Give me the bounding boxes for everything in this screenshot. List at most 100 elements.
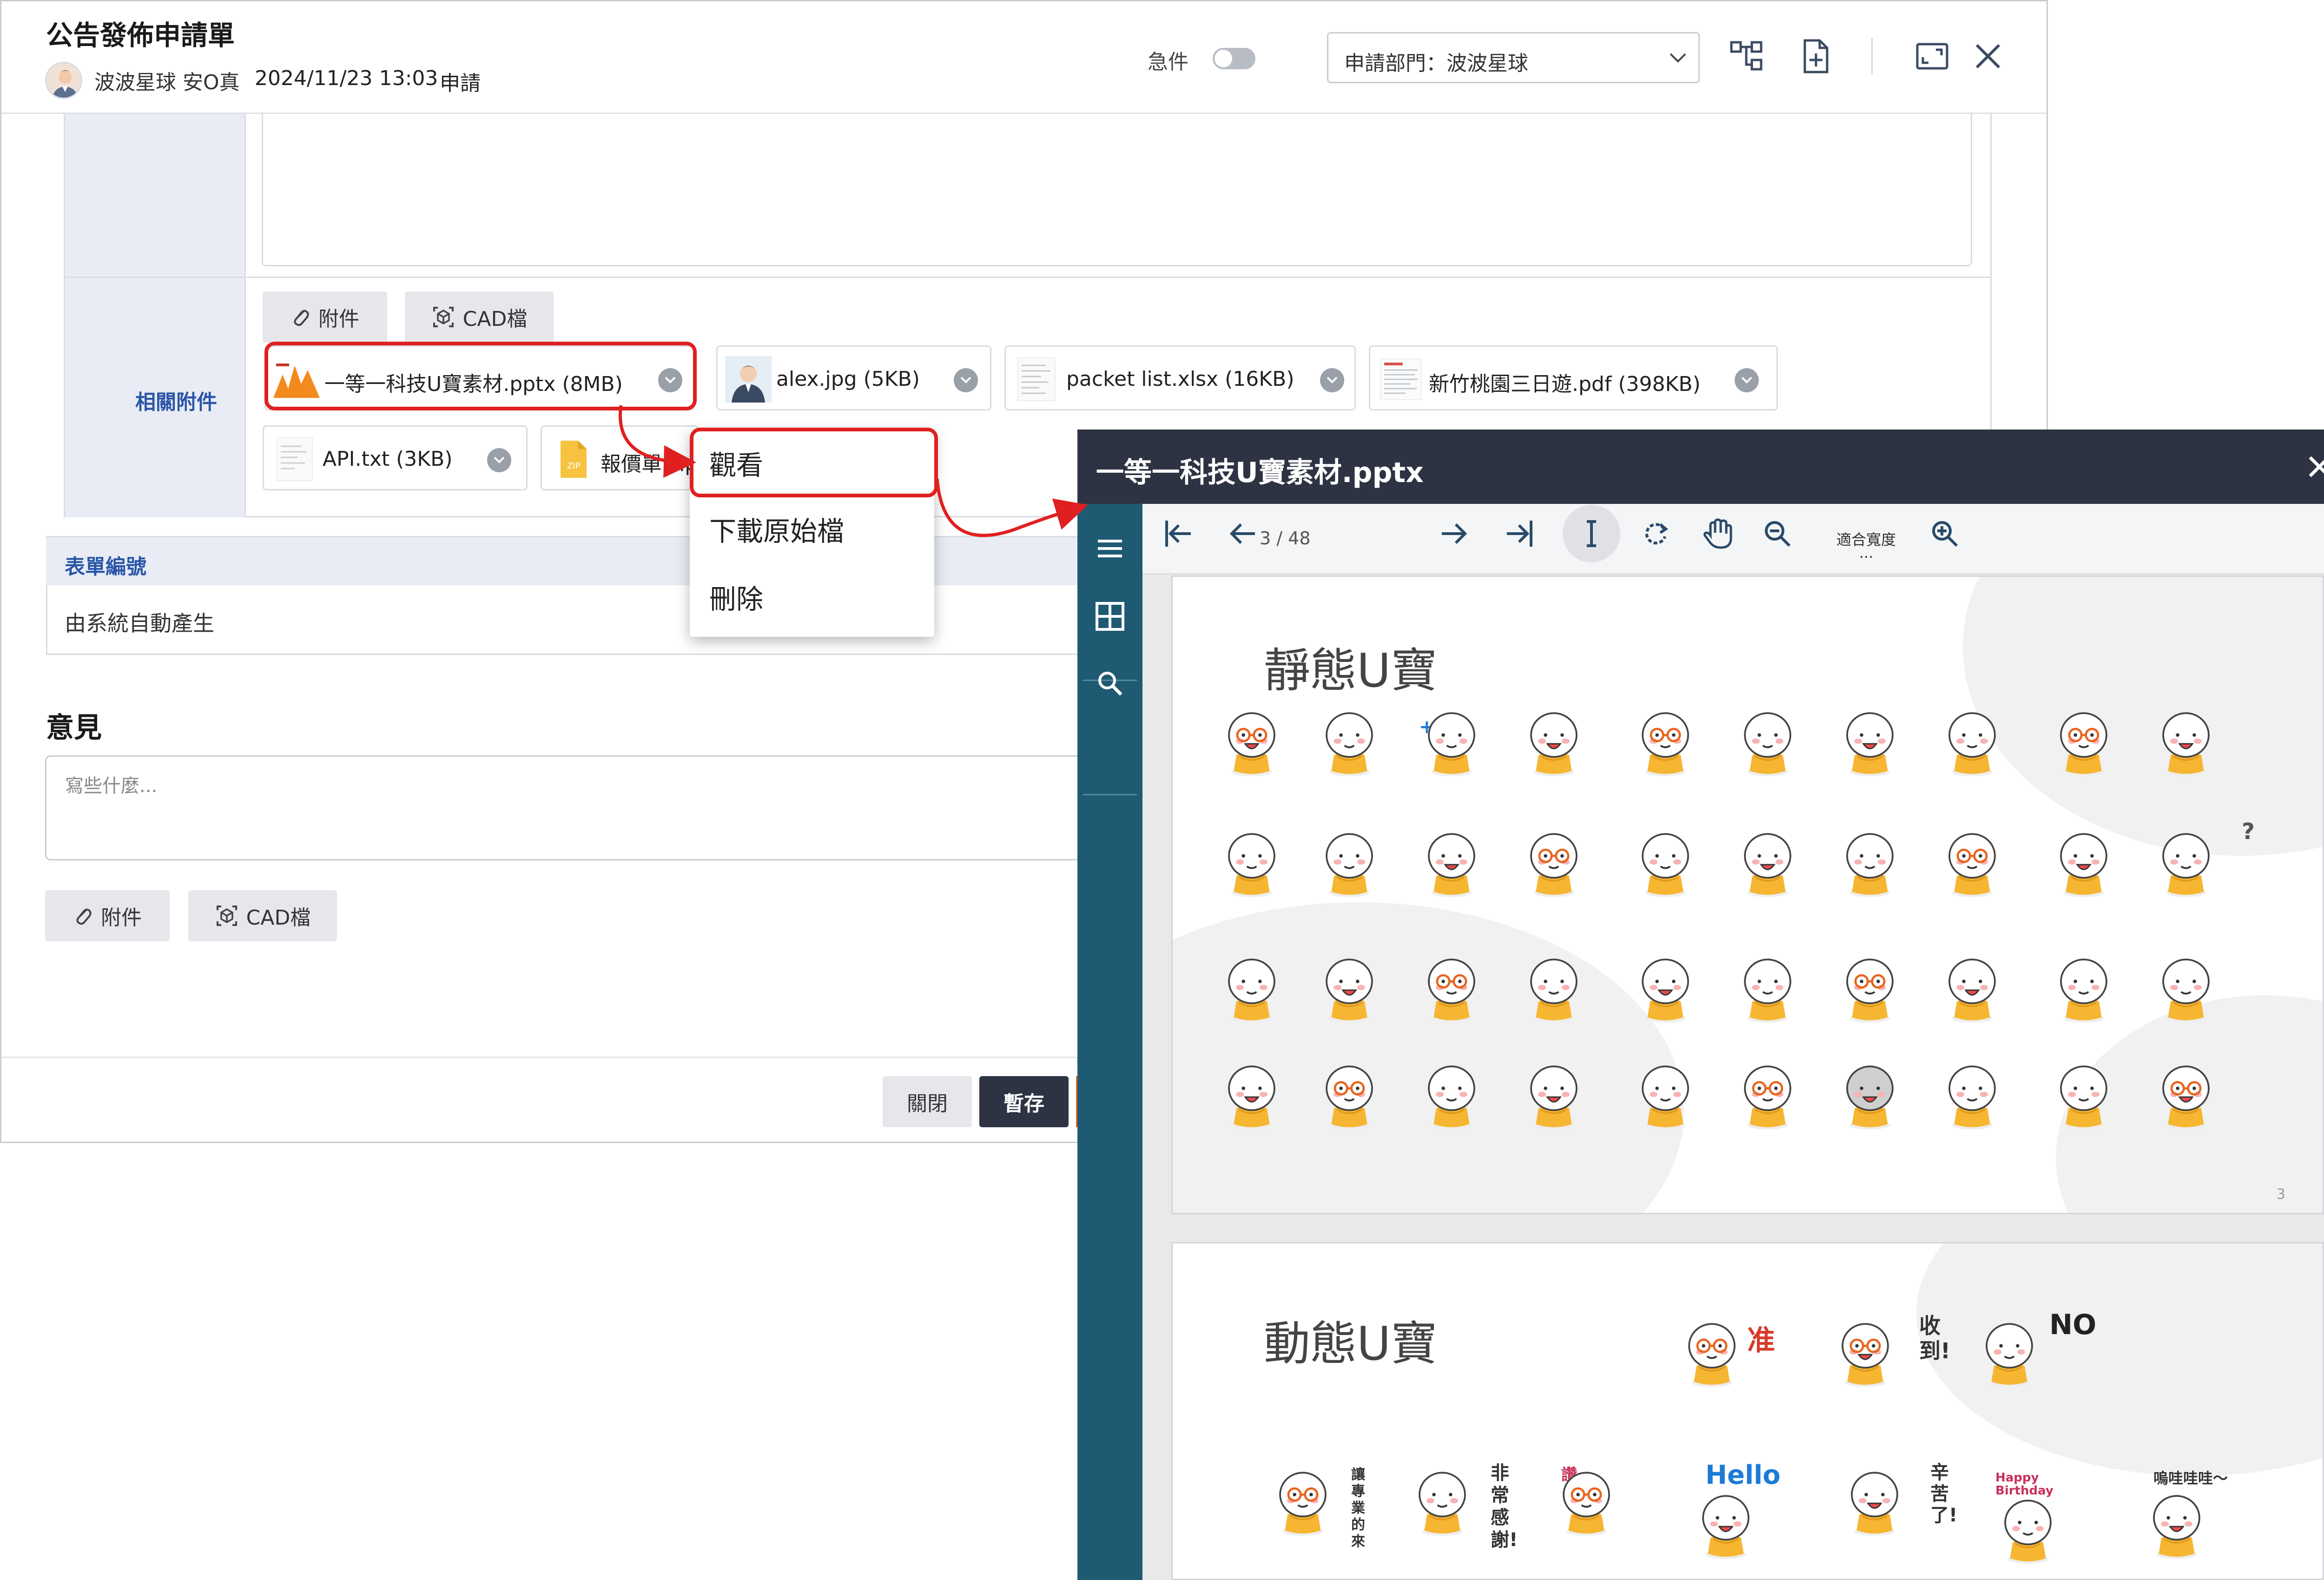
mascot-sticker-icon bbox=[1642, 712, 1689, 776]
last-page-icon[interactable] bbox=[1500, 515, 1538, 552]
chevron-down-icon bbox=[1669, 51, 1687, 65]
file-chip-txt[interactable]: API.txt (3KB) bbox=[263, 425, 528, 490]
sticker-text-xin-ku: 辛苦了! bbox=[1930, 1462, 1958, 1526]
chevron-down-icon[interactable] bbox=[1320, 368, 1344, 392]
mascot-sticker-icon bbox=[1530, 833, 1578, 897]
file-chip-jpg[interactable]: alex.jpg (5KB) bbox=[716, 345, 991, 410]
file-name: alex.jpg (5KB) bbox=[776, 367, 920, 391]
rotate-icon[interactable] bbox=[1637, 515, 1674, 552]
viewer-titlebar: 一等一科技U寶素材.pptx bbox=[1077, 430, 2324, 504]
mascot-sticker-icon bbox=[1948, 1065, 1996, 1130]
pdf-thumb-icon bbox=[1378, 356, 1424, 403]
form-number-label: 表單編號 bbox=[65, 555, 146, 579]
mascot-sticker-icon bbox=[1428, 1065, 1475, 1130]
mascot-sticker-icon bbox=[2162, 833, 2210, 897]
file-name: 新竹桃園三日遊.pdf (398KB) bbox=[1429, 372, 1701, 396]
mascot-sticker-icon bbox=[1948, 959, 1996, 1023]
apply-timestamp: 2024/11/23 13:03 bbox=[255, 66, 438, 90]
mascot-sticker-icon bbox=[2162, 1065, 2210, 1130]
mascot-sticker-icon bbox=[2060, 1065, 2107, 1130]
close-button[interactable]: 關閉 bbox=[883, 1076, 972, 1127]
urgent-label: 急件 bbox=[1148, 50, 1188, 74]
mascot-sticker-icon bbox=[1948, 833, 1996, 897]
pan-hand-icon[interactable] bbox=[1699, 515, 1736, 552]
file-name: 報價單.zip bbox=[601, 452, 698, 476]
cad-button[interactable]: CAD檔 bbox=[405, 291, 554, 343]
first-page-icon[interactable] bbox=[1160, 515, 1197, 552]
chevron-down-icon[interactable] bbox=[487, 448, 511, 472]
avatar bbox=[45, 62, 82, 99]
sticker-text-rang-ta: 讓專業的來 bbox=[1351, 1467, 1365, 1550]
chevron-down-icon[interactable] bbox=[954, 368, 978, 392]
cad-icon bbox=[215, 904, 239, 928]
mascot-sticker-icon bbox=[2162, 712, 2210, 776]
paperclip-icon bbox=[290, 307, 311, 327]
txt-thumb-icon bbox=[271, 436, 318, 483]
text-cursor-icon[interactable] bbox=[1573, 515, 1610, 552]
highlight-box bbox=[690, 428, 938, 497]
mascot-sticker-icon bbox=[1842, 1323, 1889, 1387]
sticker-text-zhun: 准 bbox=[1747, 1324, 1775, 1357]
file-chip-zip[interactable]: ZIP 報價單.zip bbox=[541, 425, 699, 490]
search-icon[interactable] bbox=[1091, 665, 1129, 702]
content-textarea[interactable] bbox=[262, 114, 1972, 266]
thumbnails-icon[interactable] bbox=[1091, 598, 1129, 635]
menu-item-delete[interactable]: 刪除 bbox=[709, 577, 763, 616]
menu-icon[interactable] bbox=[1091, 530, 1129, 567]
sidebar-divider bbox=[1083, 794, 1137, 795]
save-draft-button[interactable]: 暫存 bbox=[979, 1076, 1069, 1127]
mascot-sticker-icon bbox=[1279, 1472, 1327, 1536]
next-page-icon[interactable] bbox=[1435, 515, 1472, 552]
page-indicator: 3 / 48 bbox=[1260, 528, 1311, 549]
chevron-down-icon[interactable] bbox=[1735, 368, 1759, 392]
footer-divider bbox=[1, 1057, 1080, 1058]
file-chip-xlsx[interactable]: packet list.xlsx (16KB) bbox=[1004, 345, 1356, 410]
comment-cad-button-label: CAD檔 bbox=[246, 906, 311, 930]
department-select[interactable]: 申請部門：波波星球 bbox=[1327, 32, 1700, 83]
zoom-out-icon[interactable] bbox=[1759, 515, 1796, 552]
department-select-value: 申請部門：波波星球 bbox=[1344, 52, 1528, 75]
slide-page-3: 靜態U寶 +1 ? 3 bbox=[1171, 575, 2324, 1214]
fullscreen-icon[interactable] bbox=[1914, 38, 1951, 75]
comment-attach-button[interactable]: 附件 bbox=[45, 890, 170, 941]
slide-title: 動態U寶 bbox=[1264, 1316, 1438, 1371]
viewer-sidebar bbox=[1077, 504, 1142, 1580]
fit-width-more: ... bbox=[1859, 544, 1874, 562]
mascot-sticker-icon bbox=[2004, 1500, 2052, 1564]
mascot-sticker-icon bbox=[1326, 959, 1373, 1023]
close-icon[interactable] bbox=[2304, 452, 2324, 482]
previous-page-icon[interactable] bbox=[1224, 515, 1261, 552]
mascot-sticker-icon bbox=[1688, 1323, 1736, 1387]
cad-icon bbox=[431, 305, 456, 329]
viewer-title: 一等一科技U寶素材.pptx bbox=[1096, 456, 1424, 489]
mascot-sticker-icon bbox=[1702, 1495, 1750, 1559]
attachments-label: 相關附件 bbox=[135, 390, 217, 414]
apply-action: 申請 bbox=[440, 72, 481, 95]
slide-page-4: 動態U寶 准 收到! NO 讓專業的來 非常感謝! 讚 Hello 辛苦了! H… bbox=[1171, 1242, 2324, 1580]
mascot-sticker-icon bbox=[1228, 833, 1275, 897]
svg-text:ZIP: ZIP bbox=[567, 461, 581, 471]
highlight-box bbox=[264, 342, 697, 410]
mascot-sticker-icon bbox=[1428, 959, 1475, 1023]
file-chip-pdf[interactable]: 新竹桃園三日遊.pdf (398KB) bbox=[1369, 345, 1778, 410]
mascot-sticker-icon bbox=[1642, 833, 1689, 897]
urgent-toggle[interactable] bbox=[1213, 48, 1255, 69]
content-label-cell bbox=[64, 114, 246, 278]
mascot-sticker-icon bbox=[1846, 833, 1894, 897]
zoom-in-icon[interactable] bbox=[1926, 515, 1963, 552]
mascot-sticker-icon bbox=[2060, 959, 2107, 1023]
comment-input[interactable]: 寫些什麼... bbox=[45, 755, 1096, 860]
mascot-sticker-icon bbox=[2060, 833, 2107, 897]
image-thumb-icon bbox=[725, 356, 772, 403]
close-icon[interactable] bbox=[1969, 38, 2007, 75]
form-number-value: 由系統自動產生 bbox=[65, 611, 214, 636]
zip-icon: ZIP bbox=[549, 436, 596, 483]
mascot-sticker-icon bbox=[1948, 712, 1996, 776]
menu-item-download[interactable]: 下載原始檔 bbox=[709, 509, 844, 549]
flowchart-icon[interactable] bbox=[1728, 38, 1765, 75]
mascot-sticker-icon bbox=[1326, 1065, 1373, 1130]
attach-button[interactable]: 附件 bbox=[263, 291, 387, 343]
new-document-icon[interactable] bbox=[1797, 38, 1835, 75]
comment-cad-button[interactable]: CAD檔 bbox=[188, 890, 337, 941]
mascot-sticker-icon bbox=[1228, 959, 1275, 1023]
